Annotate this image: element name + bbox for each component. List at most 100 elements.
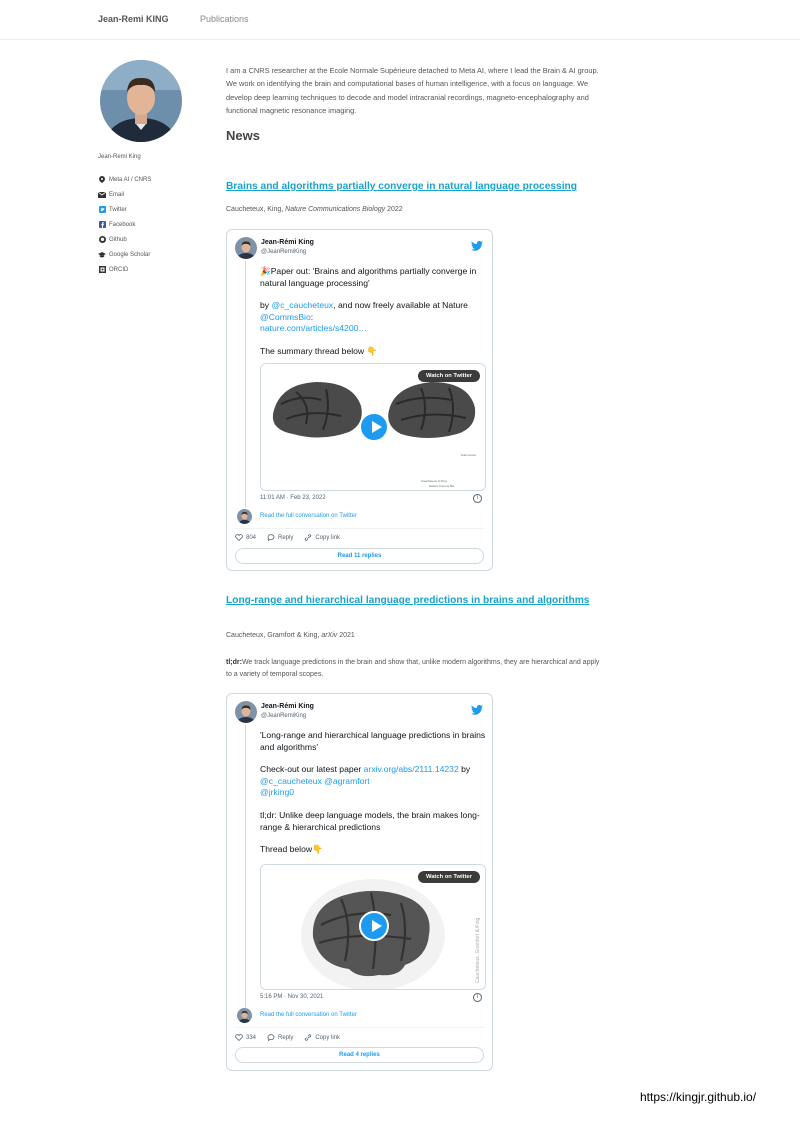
- tweet-paragraph: The summary thread below 👇: [260, 345, 378, 356]
- tldr-label: tl;dr:: [226, 659, 242, 666]
- sidebar-item-label: ORCID: [109, 266, 129, 273]
- post-year: 2022: [385, 206, 403, 213]
- thread-line: [245, 261, 246, 507]
- tweet-avatar[interactable]: [235, 237, 257, 259]
- embedded-tweet[interactable]: Jean-Rémi King @JeanRemiKing 🎉Paper out:…: [226, 229, 493, 571]
- graduation-cap-icon: [98, 251, 106, 259]
- watch-on-twitter-button[interactable]: Watch on Twitter: [417, 370, 480, 382]
- tweet-author-name[interactable]: Jean-Rémi King: [261, 703, 314, 710]
- copy-link-label: Copy link: [315, 534, 341, 541]
- tweet-paragraph: Check-out our latest paper arxiv.org/abs…: [260, 764, 486, 799]
- post-title-link[interactable]: Brains and algorithms partially converge…: [226, 180, 606, 193]
- svg-text:Nature Comms Bio: Nature Comms Bio: [429, 484, 455, 488]
- sidebar-item-orcid[interactable]: ORCID: [98, 262, 208, 277]
- sidebar-item-email[interactable]: Email: [98, 187, 208, 202]
- read-replies-button[interactable]: Read 11 replies: [235, 548, 484, 564]
- tweet-text: 🎉Paper out: 'Brains and algorithms parti…: [260, 266, 486, 369]
- facebook-icon: [98, 221, 106, 229]
- sidebar-item-github[interactable]: Github: [98, 232, 208, 247]
- sidebar-item-twitter[interactable]: Twitter: [98, 202, 208, 217]
- tweet-text-span: Check-out our latest paper: [260, 764, 364, 775]
- mention-link[interactable]: @agramfort: [324, 776, 370, 786]
- tweet-paragraph: 🎉Paper out: 'Brains and algorithms parti…: [260, 266, 477, 288]
- tweet-actions: 804 Reply Copy link: [235, 534, 340, 541]
- twitter-bird-icon[interactable]: [471, 702, 483, 715]
- read-replies-button[interactable]: Read 4 replies: [235, 1047, 484, 1063]
- read-conversation-link[interactable]: Read the full conversation on Twitter: [260, 1012, 357, 1018]
- nav-publications-link[interactable]: Publications: [200, 14, 249, 24]
- link-icon: [305, 534, 312, 541]
- tweet-text: 'Long-range and hierarchical language pr…: [260, 730, 486, 867]
- sidebar-item-google-scholar[interactable]: Google Scholar: [98, 247, 208, 262]
- copy-link-button[interactable]: Copy link: [304, 1034, 340, 1041]
- sidebar-item-label: Github: [109, 236, 127, 243]
- like-button[interactable]: 334: [235, 1034, 256, 1041]
- news-heading: News: [226, 128, 260, 144]
- like-button[interactable]: 804: [235, 534, 256, 541]
- mention-link[interactable]: @c_caucheteux: [260, 776, 322, 786]
- twitter-icon: [98, 206, 106, 214]
- reply-button[interactable]: Reply: [267, 534, 293, 541]
- post-title-link[interactable]: Long-range and hierarchical language pre…: [226, 594, 606, 607]
- play-icon[interactable]: [359, 911, 389, 941]
- mention-link[interactable]: @c_caucheteux: [271, 300, 333, 310]
- heart-icon: [235, 1034, 243, 1041]
- sidebar-item-label: Email: [109, 191, 125, 198]
- thread-line: [245, 725, 246, 1009]
- info-icon[interactable]: i: [473, 494, 482, 503]
- tweet-author-handle[interactable]: @JeanRemiKing: [261, 249, 306, 255]
- top-navbar: Jean-Remi KING Publications: [0, 0, 800, 40]
- copy-link-button[interactable]: Copy link: [304, 534, 340, 541]
- svg-text:Caucheteux & King: Caucheteux & King: [421, 479, 447, 483]
- conversation-avatar: [237, 509, 252, 524]
- article-link[interactable]: arxiv.org/abs/2111.14232: [364, 764, 459, 774]
- tweet-actions: 334 Reply Copy link: [235, 1034, 340, 1041]
- page-url: https://kingjr.github.io/: [640, 1090, 757, 1104]
- reply-button[interactable]: Reply: [267, 1034, 293, 1041]
- read-conversation-link[interactable]: Read the full conversation on Twitter: [260, 513, 357, 519]
- post-venue: arXiv: [321, 632, 338, 639]
- tweet-video[interactable]: Caucheteux, Gramfort & King Watch on Twi…: [260, 864, 486, 990]
- site-brand-link[interactable]: Jean-Remi KING: [98, 14, 169, 24]
- media-caption: Caucheteux, Gramfort & King: [475, 917, 481, 983]
- post-citation: Caucheteux, King, Nature Communications …: [226, 206, 403, 213]
- tweet-timestamp[interactable]: 5:16 PM · Nov 30, 2021: [260, 994, 323, 1000]
- sidebar-item-label: Google Scholar: [109, 251, 151, 258]
- post-venue: Nature Communications Biology: [285, 206, 386, 213]
- divider: [235, 528, 484, 529]
- mention-link[interactable]: @jrking0: [260, 787, 294, 797]
- tweet-paragraph: by @c_caucheteux, and now freely availab…: [260, 300, 486, 335]
- like-count: 804: [246, 534, 257, 541]
- article-link[interactable]: nature.com/articles/s4200…: [260, 323, 367, 333]
- tweet-video[interactable]: brain-score Caucheteux & King Nature Com…: [260, 363, 486, 491]
- play-icon[interactable]: [359, 412, 389, 442]
- like-count: 334: [246, 1034, 257, 1041]
- tweet-avatar[interactable]: [235, 701, 257, 723]
- post-year: 2021: [337, 632, 355, 639]
- svg-text:brain-score: brain-score: [461, 453, 476, 457]
- sidebar-item-affiliation: Meta AI / CNRS: [98, 172, 208, 187]
- info-icon[interactable]: i: [473, 993, 482, 1002]
- mention-link[interactable]: @CommsBio: [260, 312, 311, 322]
- twitter-bird-icon[interactable]: [471, 238, 483, 251]
- reply-label: Reply: [278, 1034, 294, 1041]
- embedded-tweet[interactable]: Jean-Rémi King @JeanRemiKing 'Long-range…: [226, 693, 493, 1071]
- tweet-author-name[interactable]: Jean-Rémi King: [261, 239, 314, 246]
- post-authors: Caucheteux, Gramfort & King,: [226, 632, 322, 639]
- author-sidebar: Jean-Remi King Meta AI / CNRS Email Twit…: [98, 60, 208, 277]
- sidebar-item-label: Twitter: [109, 206, 127, 213]
- post-citation: Caucheteux, Gramfort & King, arXiv 2021: [226, 632, 355, 639]
- author-avatar: [100, 60, 182, 142]
- conversation-avatar: [237, 1008, 252, 1023]
- orcid-icon: [98, 266, 106, 274]
- tweet-author-handle[interactable]: @JeanRemiKing: [261, 713, 306, 719]
- tweet-paragraph: Thread below👇: [260, 844, 323, 855]
- tweet-timestamp[interactable]: 11:01 AM · Feb 23, 2022: [260, 495, 326, 501]
- watch-on-twitter-button[interactable]: Watch on Twitter: [417, 871, 480, 883]
- bio-paragraph: I am a CNRS researcher at the Ecole Norm…: [226, 66, 599, 115]
- author-name: Jean-Remi King: [98, 154, 141, 160]
- tweet-paragraph: tl;dr: Unlike deep language models, the …: [260, 809, 480, 832]
- sidebar-item-facebook[interactable]: Facebook: [98, 217, 208, 232]
- main-content: I am a CNRS researcher at the Ecole Norm…: [226, 64, 606, 143]
- copy-link-label: Copy link: [315, 1034, 341, 1041]
